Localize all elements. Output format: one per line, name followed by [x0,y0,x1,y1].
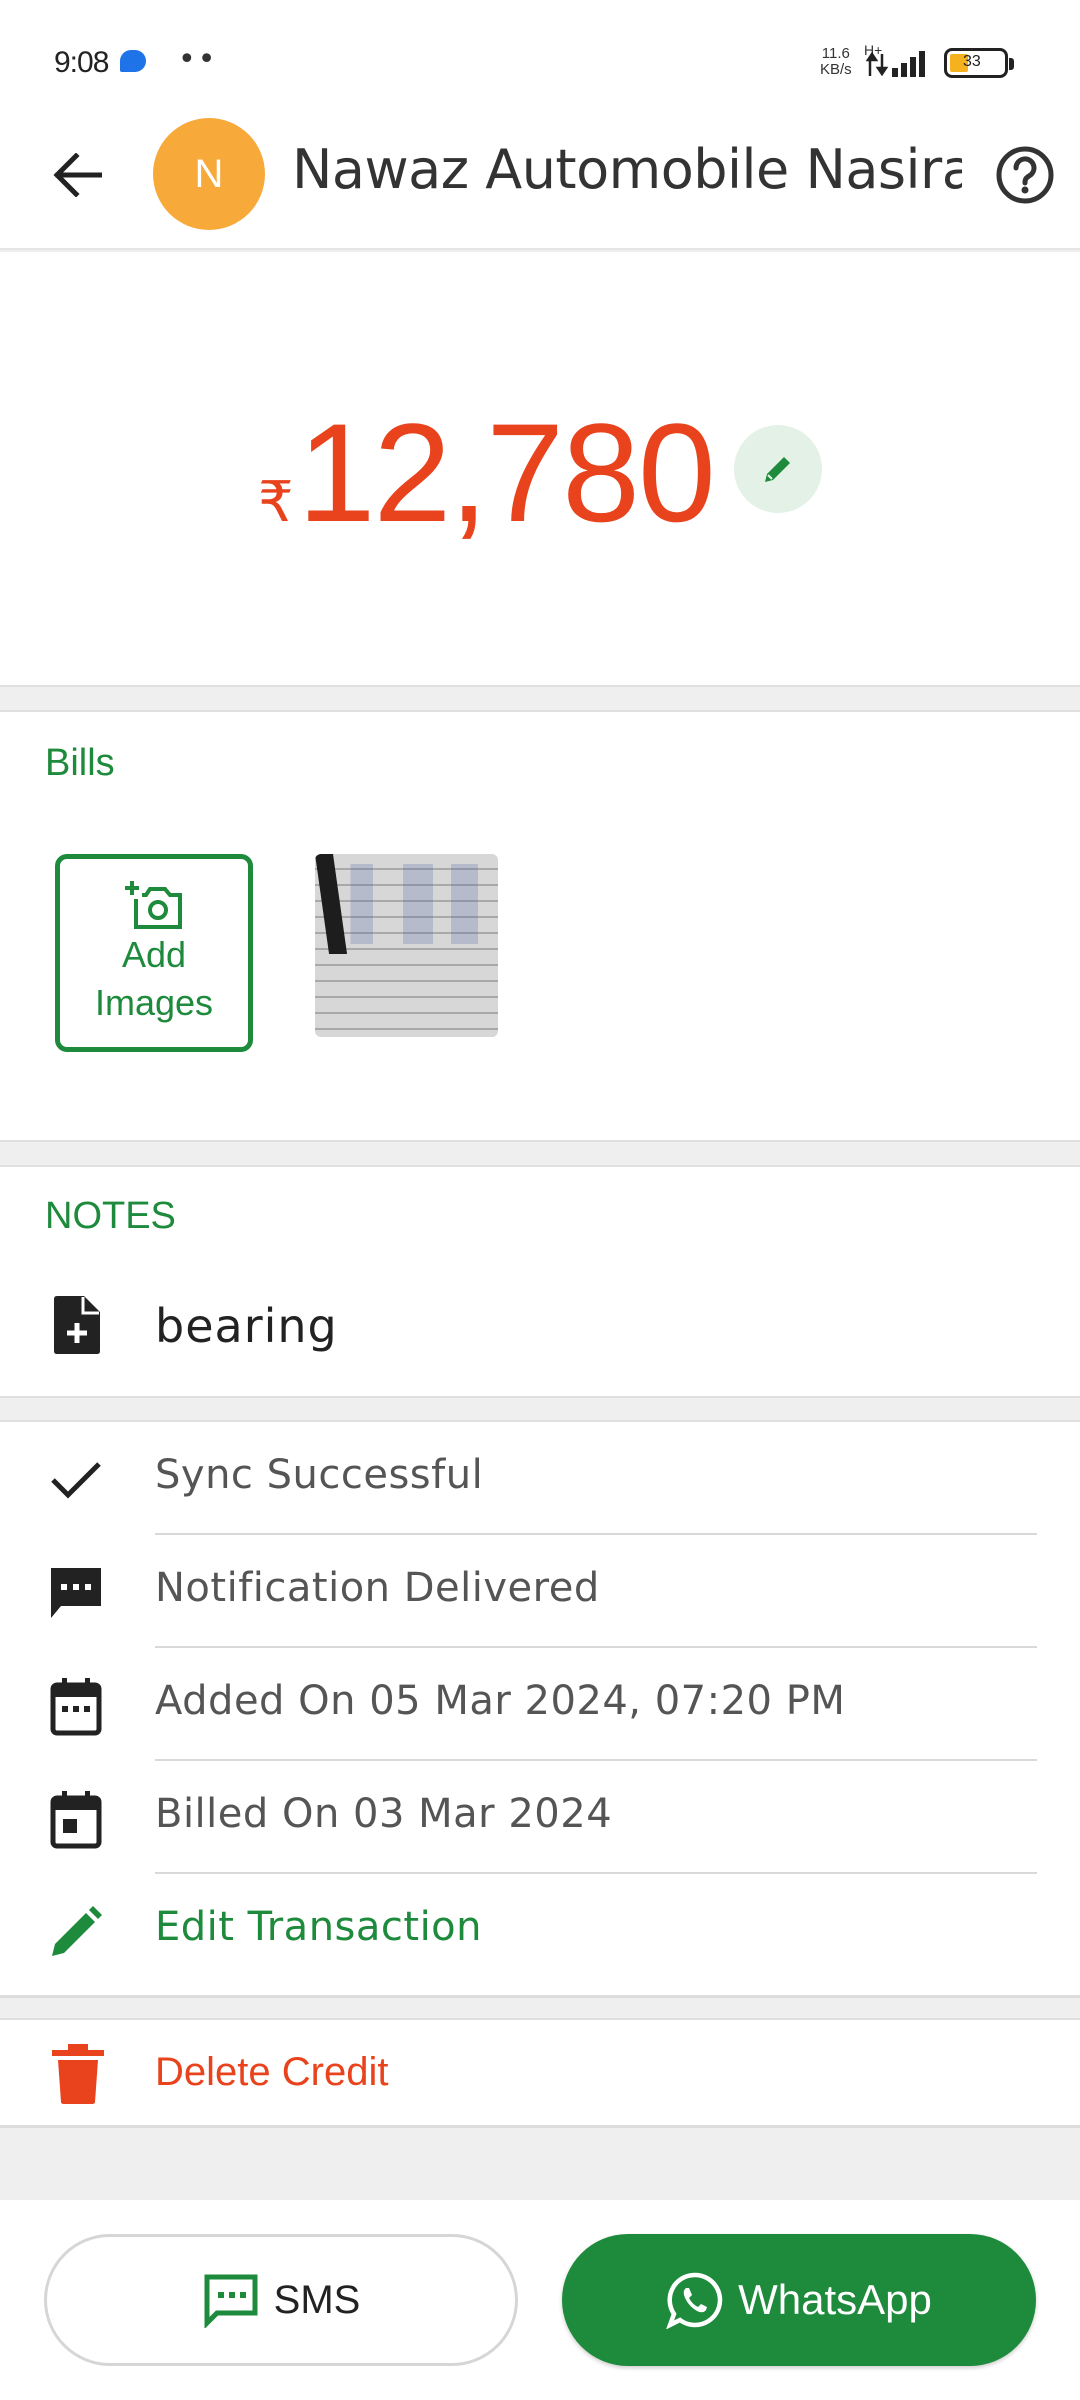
delete-credit-label[interactable]: Delete Credit [155,2050,388,2095]
edit-transaction-label[interactable]: Edit Transaction [155,1904,482,1950]
bills-section: Bills Add Images [0,710,1080,1142]
network-speed-value: 11.6 [821,45,850,62]
network-speed: 11.6 KB/s [820,46,852,78]
notes-title: NOTES [45,1195,176,1237]
add-photo-camera-icon [125,881,182,929]
event-calendar-icon [50,1791,102,1849]
currency-symbol: ₹ [258,470,294,535]
added-on-row: Added On 05 Mar 2024, 07:20 PM [0,1648,1080,1761]
customer-name-title[interactable]: Nawaz Automobile Nasira... [292,138,962,201]
add-images-button[interactable]: Add Images [55,854,253,1052]
edit-amount-button[interactable] [734,425,822,513]
whatsapp-button[interactable]: WhatsApp [562,2234,1036,2366]
transaction-info-list: Sync Successful Notification Delivered A… [0,1420,1080,1998]
delete-credit-row[interactable]: Delete Credit [0,2018,1080,2128]
transaction-detail-screen: 9:08 •• 11.6 KB/s H+ 33 N Nawaz Automobi… [0,0,1080,2400]
add-images-label-line1: Add [121,934,187,975]
sms-message-icon [204,2274,258,2328]
whatsapp-label: WhatsApp [738,2276,932,2323]
sms-message-icon [51,1568,101,1618]
calendar-icon [50,1678,102,1736]
battery-icon: 33 [944,48,1014,78]
sync-status-row: Sync Successful [0,1422,1080,1535]
edit-transaction-row[interactable]: Edit Transaction [0,1874,1080,1987]
notes-section: NOTES bearing [0,1165,1080,1398]
question-circle-icon [996,146,1054,204]
add-images-label-line2: Images [94,982,214,1023]
whatsapp-icon [666,2272,723,2329]
pencil-icon [52,1906,102,1956]
billed-on-text: Billed On 03 Mar 2024 [155,1791,613,1837]
sms-button[interactable]: SMS [44,2234,518,2366]
message-notification-icon [120,50,146,72]
added-on-text: Added On 05 Mar 2024, 07:20 PM [155,1678,846,1724]
bill-image-thumbnail[interactable] [315,854,498,1037]
billed-on-row: Billed On 03 Mar 2024 [0,1761,1080,1874]
note-text[interactable]: bearing [155,1299,338,1353]
pencil-icon [765,457,790,482]
notification-status-text: Notification Delivered [155,1565,600,1611]
credit-amount: ₹ 12,780 [258,392,716,554]
amount-value: 12,780 [297,394,716,551]
trash-icon [52,2044,104,2104]
check-icon [51,1462,101,1499]
customer-avatar[interactable]: N [153,118,265,230]
note-add-icon [54,1296,100,1354]
app-header: N Nawaz Automobile Nasira... [0,100,1080,250]
status-time: 9:08 [54,46,109,79]
network-speed-unit: KB/s [820,61,852,78]
battery-level: 33 [963,53,981,70]
sms-label: SMS [273,2277,361,2322]
more-notifications-icon: •• [178,42,218,77]
signal-strength-icon [866,51,925,77]
bottom-action-bar: SMS WhatsApp [0,2200,1080,2400]
arrow-left-icon [53,153,102,197]
back-button[interactable] [40,138,114,212]
help-button[interactable] [990,140,1060,210]
sync-status-text: Sync Successful [155,1452,484,1498]
notification-status-row: Notification Delivered [0,1535,1080,1648]
bills-title: Bills [45,742,115,784]
amount-section: ₹ 12,780 [0,252,1080,687]
